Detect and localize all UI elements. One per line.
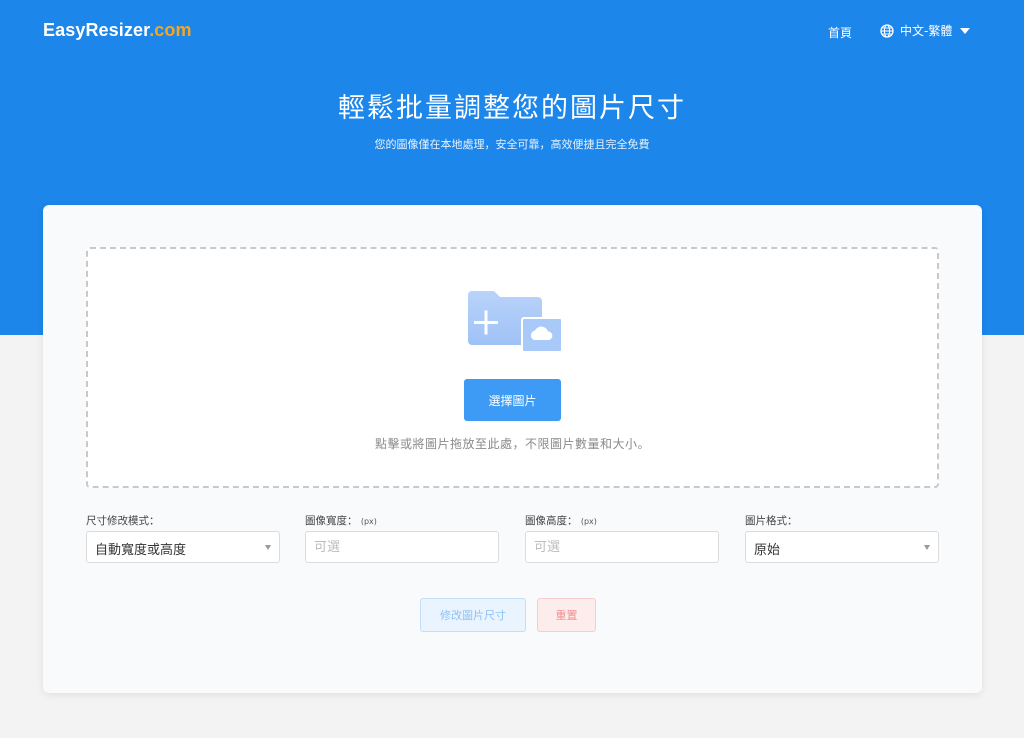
width-label: 圖像寬度： (px): [305, 515, 377, 527]
language-label: 中文-繁體: [900, 24, 953, 38]
width-unit: (px): [360, 517, 377, 526]
resize-mode-label: 尺寸修改模式：: [86, 515, 160, 527]
choose-images-button[interactable]: 選擇圖片: [464, 379, 561, 421]
height-field: 圖像高度： (px): [525, 513, 719, 563]
select-caret-icon: [265, 545, 271, 550]
site-logo[interactable]: EasyResizer.com: [43, 20, 192, 41]
height-label: 圖像高度： (px): [525, 515, 597, 527]
select-caret-icon: [924, 545, 930, 550]
page-subtitle: 您的圖像僅在本地處理，安全可靠，高效便捷且完全免費: [374, 138, 650, 151]
dropzone-hint: 點擊或將圖片拖放至此處，不限圖片數量和大小。: [374, 437, 650, 451]
width-input[interactable]: [305, 531, 499, 563]
resize-mode-field: 尺寸修改模式： 自動寬度或高度: [86, 513, 280, 563]
folder-add-cloud-icon: [468, 291, 563, 353]
resize-mode-value: 自動寬度或高度: [95, 543, 187, 558]
top-navbar: EasyResizer.com 首頁 中文-繁體: [0, 0, 1024, 62]
format-value: 原始: [754, 543, 781, 558]
format-label: 圖片格式：: [745, 515, 798, 527]
logo-tld-text: .com: [149, 20, 192, 40]
upload-dropzone[interactable]: 選擇圖片 點擊或將圖片拖放至此處，不限圖片數量和大小。: [86, 247, 939, 488]
caret-down-icon: [960, 27, 971, 34]
globe-icon: [880, 23, 894, 38]
resize-images-button[interactable]: 修改圖片尺寸: [420, 598, 526, 632]
width-field: 圖像寬度： (px): [305, 513, 499, 563]
nav-home-link[interactable]: 首頁: [828, 24, 852, 41]
format-select[interactable]: 原始: [745, 531, 939, 563]
page-title: 輕鬆批量調整您的圖片尺寸: [338, 93, 686, 124]
resizer-card: 選擇圖片 點擊或將圖片拖放至此處，不限圖片數量和大小。 尺寸修改模式： 自動寬度…: [43, 205, 982, 693]
format-field: 圖片格式： 原始: [745, 513, 939, 563]
logo-main-text: EasyResizer: [43, 20, 150, 40]
resize-mode-select[interactable]: 自動寬度或高度: [86, 531, 280, 563]
height-unit: (px): [580, 517, 597, 526]
language-selector[interactable]: 中文-繁體: [880, 22, 971, 39]
height-input[interactable]: [525, 531, 719, 563]
reset-button[interactable]: 重置: [537, 598, 596, 632]
